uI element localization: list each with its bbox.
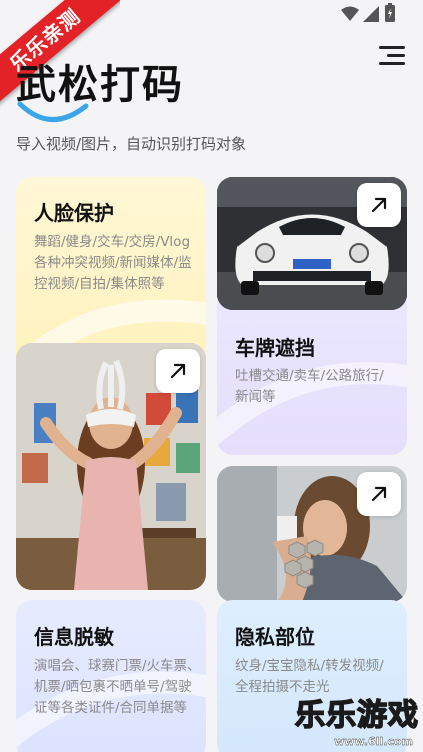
open-face-button[interactable] (156, 349, 200, 393)
card-description: 演唱会、球赛门票/火车票、 机票/晒包裹不晒单号/驾驶 证等各类证件/合同单据等 (34, 658, 201, 716)
arrow-up-right-icon (170, 363, 186, 379)
watermark-url: www.6ll.com (334, 735, 413, 748)
status-bar (303, 0, 423, 30)
open-privacy-button[interactable] (357, 472, 401, 516)
arrow-up-right-icon (371, 486, 387, 502)
signal-icon (363, 6, 379, 22)
car-photo[interactable] (217, 177, 407, 310)
menu-icon[interactable] (379, 44, 405, 66)
card-title: 隐私部位 (235, 625, 315, 649)
open-car-button[interactable] (357, 183, 401, 227)
privacy-photo[interactable] (217, 466, 407, 602)
watermark-logo: 乐乐游戏 (294, 697, 419, 734)
card-title: 车牌遮挡 (235, 336, 315, 360)
card-title: 人脸保护 (34, 201, 114, 225)
info-desensitize-card[interactable]: 信息脱敏 演唱会、球赛门票/火车票、 机票/晒包裹不晒单号/驾驶 证等各类证件/… (16, 600, 206, 752)
battery-icon (385, 3, 395, 22)
smile-underline-icon (17, 101, 89, 122)
card-title: 信息脱敏 (34, 625, 114, 649)
arrow-up-right-icon (371, 197, 387, 213)
page-subtitle: 导入视频/图片，自动识别打码对象 (16, 135, 247, 153)
wifi-icon (341, 6, 359, 21)
card-description: 吐槽交通/卖车/公路旅行/ 新闻等 (235, 368, 384, 405)
face-photo[interactable] (16, 343, 206, 590)
card-description: 舞蹈/健身/交车/交房/Vlog 各种冲突视频/新闻媒体/监 控视频/自拍/集体… (34, 234, 192, 292)
